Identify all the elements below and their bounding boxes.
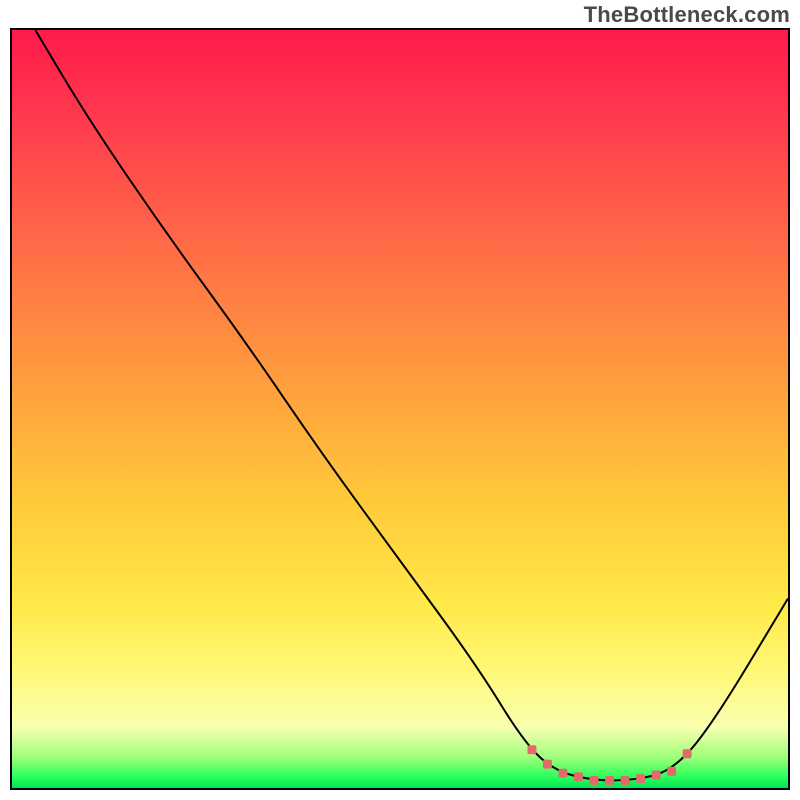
plot-area bbox=[10, 28, 790, 790]
chart-stage: TheBottleneck.com bbox=[0, 0, 800, 800]
watermark-text: TheBottleneck.com bbox=[584, 2, 790, 28]
background-gradient bbox=[12, 30, 788, 788]
